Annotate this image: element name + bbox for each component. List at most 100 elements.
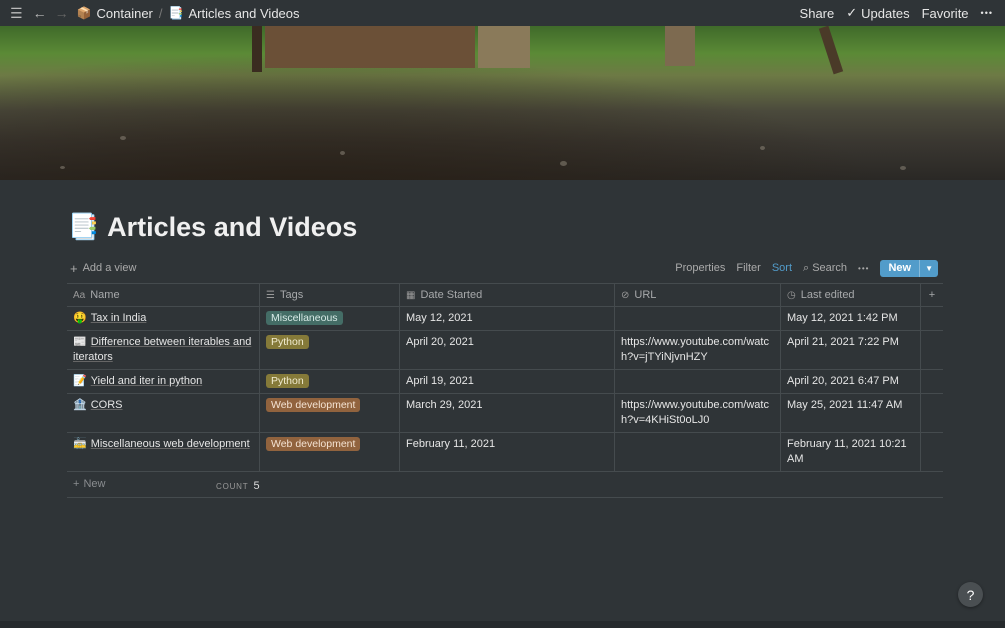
forward-arrow-icon[interactable]: → <box>55 5 69 21</box>
help-button[interactable]: ? <box>958 582 983 607</box>
database-table: Aa Name ☰ Tags ▦ Date Started ⊘ URL ◷ Last ed… <box>67 283 943 498</box>
table-row[interactable]: 📰 Difference between iterables and iterat… <box>67 330 943 370</box>
cell-tags[interactable]: Miscellaneous <box>259 306 400 331</box>
table-row[interactable]: 📝 Yield and iter in python Python April 1… <box>67 369 943 394</box>
cell-name[interactable]: 🏦 CORS <box>67 393 260 433</box>
table-header-row: Aa Name ☰ Tags ▦ Date Started ⊘ URL ◷ Last ed… <box>67 283 943 307</box>
cover-gravel <box>900 166 906 170</box>
new-row-cell[interactable]: + New <box>67 471 943 498</box>
cell-date[interactable]: April 20, 2021 <box>399 330 615 370</box>
cell-tags[interactable]: Python <box>259 330 400 370</box>
cell-date[interactable]: March 29, 2021 <box>399 393 615 433</box>
table-row[interactable]: 🏦 CORS Web development March 29, 2021 htt… <box>67 393 943 433</box>
column-header-url[interactable]: ⊘ URL <box>614 283 781 307</box>
cover-gravel <box>60 166 65 169</box>
text-property-icon: Aa <box>73 290 86 301</box>
breadcrumb-label: Articles and Videos <box>188 5 300 21</box>
page-title: 📑 Articles and Videos <box>68 212 357 243</box>
search-button[interactable]: ⌕ Search <box>803 262 847 275</box>
database-view-bar: + Add a view Properties Filter Sort ⌕ Se… <box>70 258 938 278</box>
menu-icon[interactable]: ☰ <box>10 5 23 22</box>
cell-url[interactable]: https://www.youtube.com/watch?v=jTYiNjvn… <box>614 330 781 370</box>
cell-name[interactable]: 📰 Difference between iterables and iterat… <box>67 330 260 370</box>
table-row[interactable]: 🚋 Miscellaneous web development Web devel… <box>67 432 943 472</box>
money-mouth-icon: 🤑 <box>73 312 87 324</box>
cover-post <box>665 26 695 66</box>
cell-name[interactable]: 📝 Yield and iter in python <box>67 369 260 394</box>
column-label: Name <box>90 289 120 301</box>
cell-tags[interactable]: Web development <box>259 393 400 433</box>
breadcrumb: 📦 Container / 📑 Articles and Videos <box>77 6 300 21</box>
bottom-edge <box>0 621 1005 628</box>
new-row-button[interactable]: + New <box>67 471 943 498</box>
table-row[interactable]: 🤑 Tax in India Miscellaneous May 12, 2021… <box>67 306 943 331</box>
more-options-icon[interactable]: ••• <box>981 8 993 18</box>
memo-icon: 📝 <box>73 375 87 387</box>
row-title[interactable]: Yield and iter in python <box>91 375 203 387</box>
package-icon: 📦 <box>76 6 92 20</box>
cover-post <box>818 26 844 75</box>
newspaper-icon: 📰 <box>73 336 87 348</box>
cell-empty <box>920 330 943 370</box>
new-button[interactable]: New ▼ <box>880 259 938 277</box>
column-header-date-started[interactable]: ▦ Date Started <box>399 283 615 307</box>
url-link[interactable]: https://www.youtube.com/watch?v=4KHiSt0o… <box>621 399 769 426</box>
cell-name[interactable]: 🚋 Miscellaneous web development <box>67 432 260 472</box>
url-link[interactable]: https://www.youtube.com/watch?v=jTYiNjvn… <box>621 336 769 363</box>
share-button[interactable]: Share <box>800 6 835 21</box>
search-label: Search <box>812 262 848 274</box>
list-icon: ☰ <box>266 290 275 301</box>
cover-gravel <box>560 161 567 166</box>
add-view-button[interactable]: + Add a view <box>70 261 136 276</box>
cover-image <box>0 26 1005 180</box>
cell-tags[interactable]: Python <box>259 369 400 394</box>
properties-button[interactable]: Properties <box>675 262 725 274</box>
column-label: Last edited <box>800 289 855 301</box>
column-header-name[interactable]: Aa Name <box>67 283 260 307</box>
sort-button[interactable]: Sort <box>772 262 792 274</box>
column-header-tags[interactable]: ☰ Tags <box>259 283 400 307</box>
breadcrumb-item-container[interactable]: 📦 Container <box>77 6 153 21</box>
chevron-down-icon[interactable]: ▼ <box>919 259 938 277</box>
search-icon: ⌕ <box>803 261 810 274</box>
cover-post <box>478 26 530 68</box>
column-label: URL <box>634 289 657 301</box>
cell-last-edited: May 12, 2021 1:42 PM <box>780 306 921 331</box>
cell-tags[interactable]: Web development <box>259 432 400 472</box>
cell-url[interactable]: https://www.youtube.com/watch?v=4KHiSt0o… <box>614 393 781 433</box>
cell-url[interactable] <box>614 306 781 331</box>
breadcrumb-item-articles[interactable]: 📑 Articles and Videos <box>169 6 300 21</box>
cell-url[interactable] <box>614 369 781 394</box>
plus-icon: + <box>73 478 80 490</box>
more-options-icon[interactable]: ••• <box>858 264 869 273</box>
add-column-button[interactable]: + <box>920 283 943 307</box>
cell-last-edited: April 21, 2021 7:22 PM <box>780 330 921 370</box>
count-summary[interactable]: COUNT 5 <box>216 480 260 492</box>
cover-gravel <box>760 146 765 150</box>
cell-url[interactable] <box>614 432 781 472</box>
favorite-button[interactable]: Favorite <box>922 6 969 21</box>
cell-empty <box>920 369 943 394</box>
updates-button[interactable]: ✓ Updates <box>846 5 909 21</box>
cell-date[interactable]: May 12, 2021 <box>399 306 615 331</box>
cover-gravel <box>120 136 126 140</box>
tag-badge: Web development <box>266 398 361 412</box>
tag-badge: Python <box>266 374 309 388</box>
count-label: COUNT <box>216 482 249 491</box>
new-button-label: New <box>888 262 912 274</box>
cell-date[interactable]: February 11, 2021 <box>399 432 615 472</box>
bookmark-tabs-icon[interactable]: 📑 <box>68 213 99 242</box>
top-bar: ☰ ← → 📦 Container / 📑 Articles and Video… <box>0 0 1005 26</box>
row-title[interactable]: Difference between iterables and iterato… <box>73 336 251 363</box>
cover-post <box>252 26 262 72</box>
cover-wood-plank <box>265 26 475 68</box>
back-arrow-icon[interactable]: ← <box>33 5 47 21</box>
row-title[interactable]: Tax in India <box>91 312 147 324</box>
column-header-last-edited[interactable]: ◷ Last edited <box>780 283 921 307</box>
page-title-text[interactable]: Articles and Videos <box>107 212 357 243</box>
filter-button[interactable]: Filter <box>736 262 760 274</box>
cell-date[interactable]: April 19, 2021 <box>399 369 615 394</box>
row-title[interactable]: Miscellaneous web development <box>91 438 250 450</box>
row-title[interactable]: CORS <box>91 399 123 411</box>
cell-name[interactable]: 🤑 Tax in India <box>67 306 260 331</box>
